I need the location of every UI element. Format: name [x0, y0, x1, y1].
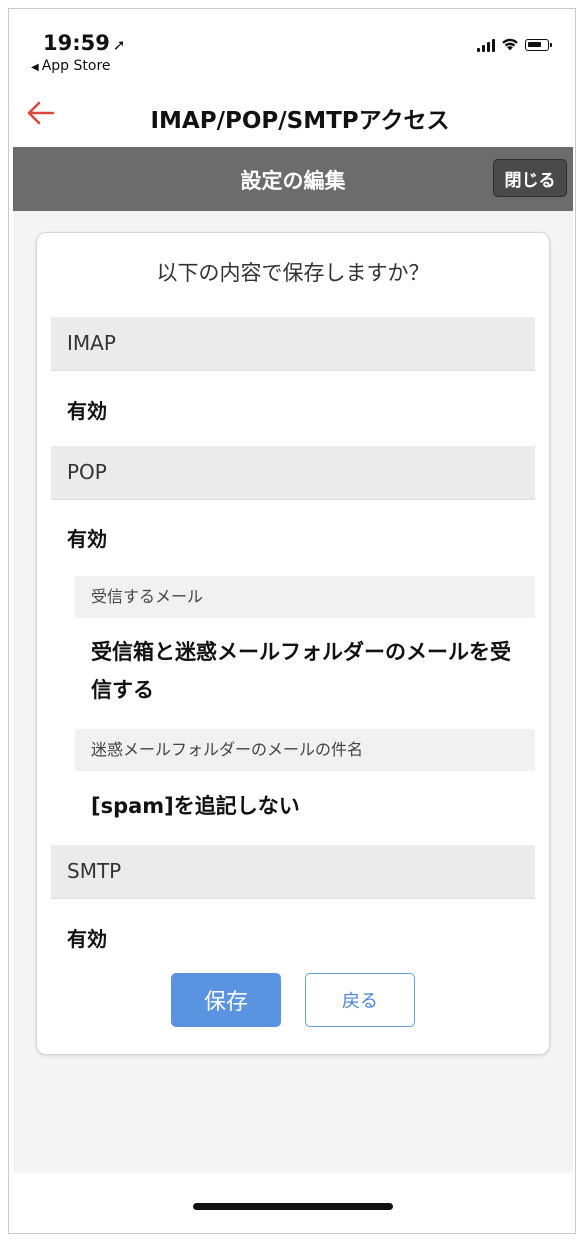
spam-subject-value: [spam]を追記しない: [91, 794, 300, 818]
page-title: IMAP/POP/SMTPアクセス: [150, 108, 450, 134]
pop-section-header: POP: [51, 446, 535, 500]
status-time: 19:59 ➚: [43, 31, 125, 55]
wifi-icon: [501, 37, 519, 53]
cellular-signal-icon: [477, 38, 495, 52]
edit-settings-header: 設定の編集 閉じる: [13, 147, 573, 211]
back-triangle-icon: ◀: [31, 62, 39, 73]
receive-mail-label: 受信するメール: [75, 576, 535, 618]
location-arrow-icon: ➚: [112, 36, 126, 54]
spam-subject-label: 迷惑メールフォルダーのメールの件名: [75, 729, 535, 771]
confirm-question: 以下の内容で保存しますか？: [156, 261, 430, 285]
navigation-bar: IMAP/POP/SMTPアクセス: [9, 87, 575, 145]
status-time-text: 19:59: [43, 31, 110, 55]
back-to-app-link[interactable]: ◀ App Store: [31, 58, 111, 74]
smtp-section-header: SMTP: [51, 845, 535, 899]
back-button[interactable]: 戻る: [305, 973, 415, 1027]
save-button[interactable]: 保存: [171, 973, 281, 1027]
imap-value: 有効: [67, 399, 107, 423]
status-icons: [477, 37, 552, 53]
imap-section-header: IMAP: [51, 317, 535, 371]
receive-mail-value: 受信箱と迷惑メールフォルダーのメールを受信する: [91, 640, 511, 702]
phone-frame: 19:59 ➚ ◀ App Store IMAP/POP/SMTPアクセス 設定の編…: [8, 8, 576, 1234]
home-indicator[interactable]: [193, 1203, 393, 1210]
pop-value: 有効: [67, 527, 107, 551]
smtp-value: 有効: [67, 927, 107, 951]
edit-settings-title: 設定の編集: [240, 169, 346, 193]
close-button[interactable]: 閉じる: [493, 159, 567, 197]
back-app-label: App Store: [41, 58, 111, 74]
battery-icon: [525, 39, 552, 51]
confirm-dialog: 以下の内容で保存しますか？ IMAP 有効 POP 有効 受信するメール 受信箱…: [36, 232, 550, 1055]
